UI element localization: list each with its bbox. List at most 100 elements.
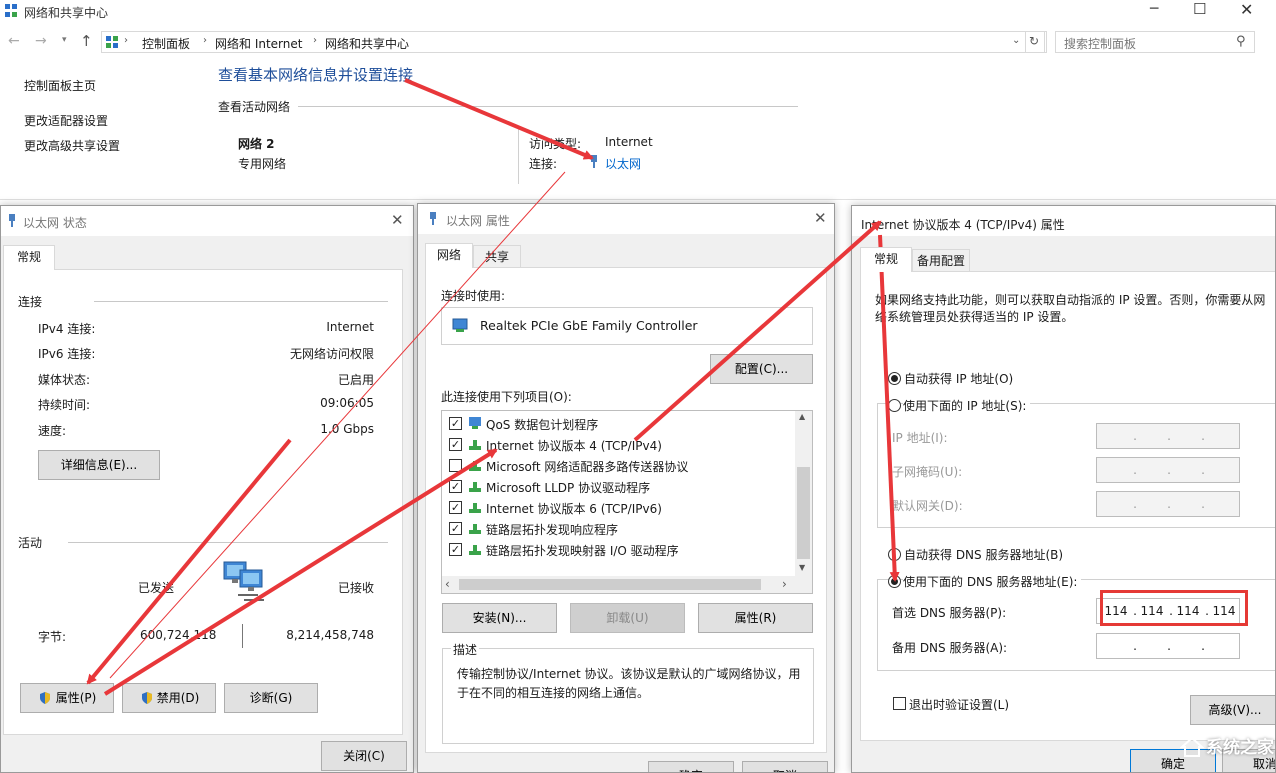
items-label: 此连接使用下列项目(O): (441, 390, 572, 404)
minimize-icon[interactable]: ─ (1150, 1, 1158, 17)
connect-using-label: 连接时使用: (441, 289, 506, 303)
ok-button[interactable]: 确定 (648, 761, 734, 772)
breadcrumb-sep-icon: › (203, 35, 207, 46)
diagnose-button[interactable]: 诊断(G) (224, 683, 318, 713)
sidebar-item-home[interactable]: 控制面板主页 (24, 77, 96, 94)
tab-alternate[interactable]: 备用配置 (912, 249, 970, 271)
auto-dns-label[interactable]: 自动获得 DNS 服务器地址(B) (904, 546, 1063, 563)
ipv4-dialog-title: Internet 协议版本 4 (TCP/IPv4) 属性 (861, 218, 1065, 232)
item-checkbox[interactable]: ✓ (449, 543, 462, 556)
cancel-button[interactable]: 取消 (742, 761, 828, 772)
up-icon[interactable]: ↑ (80, 32, 93, 50)
tab-general[interactable]: 常规 (860, 247, 912, 272)
disable-button[interactable]: 禁用(D) (122, 683, 216, 713)
breadcrumb-control-panel[interactable]: 控制面板 (142, 35, 190, 52)
horizontal-scrollbar[interactable]: ‹ › (442, 576, 812, 593)
item-checkbox[interactable] (449, 459, 462, 472)
details-button[interactable]: 详细信息(E)... (38, 450, 160, 480)
validate-label[interactable]: 退出时验证设置(L) (909, 696, 1009, 713)
bytes-divider (242, 624, 243, 648)
list-item[interactable]: Microsoft 网络适配器多路传送器协议 (442, 455, 796, 476)
close-icon[interactable]: ✕ (814, 209, 827, 227)
properties-button[interactable]: 属性(P) (20, 683, 114, 713)
item-properties-button-label: 属性(R) (734, 611, 777, 625)
refresh-button[interactable]: ↻ (1025, 31, 1045, 53)
alternate-dns-field[interactable]: . . . (1096, 633, 1240, 659)
scroll-left-icon[interactable]: ‹ (445, 577, 450, 591)
auto-ip-radio[interactable] (888, 372, 901, 385)
manual-ip-radio[interactable] (888, 399, 901, 412)
validate-checkbox[interactable] (893, 697, 906, 710)
tab-general[interactable]: 常规 (3, 245, 55, 270)
list-item[interactable]: ✓ Internet 协议版本 6 (TCP/IPv6) (442, 497, 796, 518)
close-icon[interactable]: ✕ (391, 211, 404, 229)
ip-dot: . (1133, 497, 1137, 511)
item-checkbox[interactable]: ✓ (449, 438, 462, 451)
main-window: 网络和共享中心 ─ ☐ ✕ ← → ▾ ↑ › 控制面板 › 网络和 Inter… (0, 0, 1276, 200)
protocol-icon (469, 545, 481, 555)
subnet-label: 子网掩码(U): (892, 465, 963, 479)
history-chevron-icon[interactable]: ▾ (62, 35, 67, 45)
ip-dot: . (1201, 639, 1205, 653)
scroll-thumb[interactable] (797, 467, 810, 559)
scroll-up-icon[interactable]: ▲ (799, 412, 805, 421)
scroll-right-icon[interactable]: › (782, 577, 787, 591)
maximize-icon[interactable]: ☐ (1193, 0, 1206, 18)
description-line2: 于在不同的相互连接的网络上通信。 (457, 686, 650, 700)
cancel-button-label: 取消 (773, 769, 797, 772)
auto-dns-radio[interactable] (888, 548, 901, 561)
adapter-name: Realtek PCIe GbE Family Controller (480, 318, 698, 333)
subnet-field[interactable]: . . . (1096, 457, 1240, 483)
manual-dns-label[interactable]: 使用下面的 DNS 服务器地址(E): (903, 573, 1082, 590)
list-item[interactable]: ✓ Internet 协议版本 4 (TCP/IPv4) (442, 434, 796, 455)
install-button[interactable]: 安装(N)... (442, 603, 557, 633)
manual-ip-label[interactable]: 使用下面的 IP 地址(S): (903, 397, 1031, 414)
search-box[interactable]: 搜索控制面板 ⚲ (1055, 31, 1255, 53)
forward-icon[interactable]: → (35, 33, 47, 49)
scroll-thumb[interactable] (459, 579, 761, 590)
breadcrumb-network-internet[interactable]: 网络和 Internet (215, 35, 302, 52)
tab-network[interactable]: 网络 (425, 243, 473, 268)
scroll-down-icon[interactable]: ▼ (799, 563, 805, 572)
dropdown-chevron-icon[interactable]: ⌄ (1012, 35, 1020, 46)
vertical-scrollbar[interactable]: ▲ ▼ (795, 411, 812, 576)
description-line1: 传输控制协议/Internet 协议。该协议是默认的广域网络协议，用 (457, 667, 801, 681)
network-name: 网络 2 (238, 137, 275, 151)
alternate-dns-label: 备用 DNS 服务器(A): (892, 641, 1008, 655)
ip-dot: . (1167, 429, 1171, 443)
list-item[interactable]: ✓ Microsoft LLDP 协议驱动程序 (442, 476, 796, 497)
tab-sharing[interactable]: 共享 (473, 245, 521, 267)
auto-ip-label[interactable]: 自动获得 IP 地址(O) (904, 370, 1013, 387)
manual-dns-radio[interactable] (888, 575, 901, 588)
ethernet-link[interactable]: 以太网 (605, 155, 641, 172)
properties-panel: 连接时使用: Realtek PCIe GbE Family Controlle… (425, 267, 827, 753)
close-button[interactable]: 关闭(C) (321, 741, 407, 771)
list-item[interactable]: ✓ QoS 数据包计划程序 (442, 413, 796, 434)
list-item[interactable]: ✓ 链路层拓扑发现映射器 I/O 驱动程序 (442, 539, 796, 560)
network-type: 专用网络 (238, 157, 287, 171)
search-input[interactable]: 搜索控制面板 (1064, 35, 1136, 52)
configure-button[interactable]: 配置(C)... (710, 354, 813, 384)
item-checkbox[interactable]: ✓ (449, 480, 462, 493)
item-checkbox[interactable]: ✓ (449, 501, 462, 514)
gateway-field[interactable]: . . . (1096, 491, 1240, 517)
item-checkbox[interactable]: ✓ (449, 417, 462, 430)
sidebar-item-sharing[interactable]: 更改高级共享设置 (24, 137, 120, 154)
section-connection: 连接 (18, 295, 43, 309)
ethernet-icon (591, 155, 597, 168)
search-icon: ⚲ (1236, 34, 1246, 49)
ipv4-value: Internet (326, 320, 374, 334)
breadcrumb-sharing-center[interactable]: 网络和共享中心 (325, 35, 409, 52)
sidebar-item-adapter[interactable]: 更改适配器设置 (24, 112, 108, 129)
item-properties-button[interactable]: 属性(R) (698, 603, 813, 633)
list-item[interactable]: ✓ 链路层拓扑发现响应程序 (442, 518, 796, 539)
advanced-button[interactable]: 高级(V)... (1190, 695, 1275, 725)
uninstall-button[interactable]: 卸载(U) (570, 603, 685, 633)
address-bar[interactable]: › 控制面板 › 网络和 Internet › 网络和共享中心 ⌄ (101, 31, 1047, 53)
back-icon[interactable]: ← (8, 33, 20, 49)
close-icon[interactable]: ✕ (1240, 0, 1253, 19)
item-checkbox[interactable]: ✓ (449, 522, 462, 535)
ip-address-field[interactable]: . . . (1096, 423, 1240, 449)
tab-general-label: 常规 (873, 252, 898, 266)
adapter-box: Realtek PCIe GbE Family Controller (441, 307, 813, 345)
